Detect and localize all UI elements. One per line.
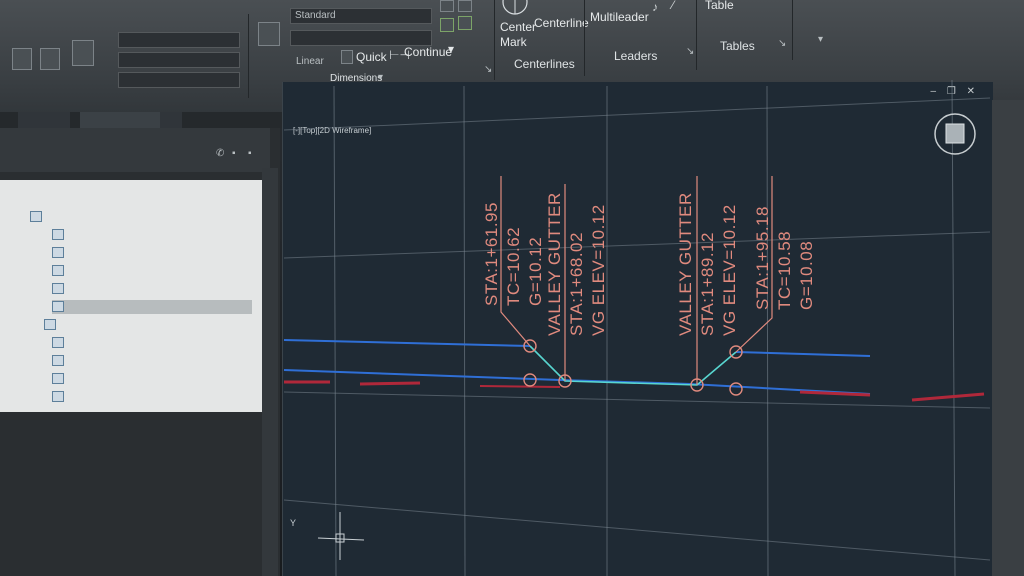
dim-tool-icon[interactable]: [440, 18, 454, 32]
viewport-controls-label[interactable]: [-][Top][2D Wireframe]: [293, 126, 371, 135]
quick-dim-icon: [341, 50, 353, 64]
toolspace-palette: ✆ ▪ ▪: [0, 128, 280, 576]
tree-node[interactable]: [52, 228, 232, 242]
tool-icon[interactable]: [40, 48, 60, 70]
tree-node[interactable]: [52, 390, 202, 404]
style-field[interactable]: [118, 32, 240, 48]
autocad-window: Standard Linear Quick ⊢⊣ Continue ▾ Dime…: [0, 0, 1024, 576]
tree-node[interactable]: [52, 264, 232, 278]
restore-icon[interactable]: ❐: [947, 86, 956, 97]
tree-node[interactable]: [30, 210, 46, 224]
palette-tool-icon[interactable]: ✆: [216, 148, 224, 159]
multileader-icon[interactable]: ♪: [652, 0, 658, 14]
palette-tool-icon[interactable]: ▪: [248, 148, 252, 159]
dim-layer-dropdown[interactable]: [290, 30, 432, 46]
linear-label[interactable]: Linear: [296, 56, 324, 67]
continue-button[interactable]: Continue: [404, 45, 452, 59]
centerlines-panel-title[interactable]: Centerlines: [514, 57, 575, 71]
table-button[interactable]: Table: [705, 0, 734, 12]
leaders-panel-title[interactable]: Leaders: [614, 49, 657, 63]
tree-node[interactable]: [52, 246, 232, 260]
file-tab[interactable]: [18, 112, 70, 128]
leaders-launcher-icon[interactable]: ↘: [686, 46, 694, 57]
center-mark-button[interactable]: Center Mark: [500, 20, 536, 50]
quick-button[interactable]: Quick: [356, 50, 387, 64]
separator: [696, 0, 697, 70]
palette-tool-icon[interactable]: ▪: [232, 148, 236, 159]
dim-style-dropdown[interactable]: Standard: [290, 8, 432, 24]
dim-tool-icon[interactable]: [458, 16, 472, 30]
tables-panel-title[interactable]: Tables: [720, 39, 755, 53]
separator: [584, 0, 585, 76]
dim-tool-icon[interactable]: [440, 0, 454, 12]
tree-node[interactable]: [44, 318, 60, 332]
dim-style-value: Standard: [295, 10, 336, 21]
tool-icon[interactable]: [12, 48, 32, 70]
leader-tool-icon[interactable]: ⁄: [672, 0, 674, 12]
tree-node-selected[interactable]: [52, 300, 252, 314]
separator: [494, 0, 495, 80]
tree-node[interactable]: [52, 372, 202, 386]
tables-launcher-icon[interactable]: ↘: [778, 38, 786, 49]
separator: [248, 14, 249, 98]
text-icon[interactable]: [72, 40, 94, 66]
palette-side-tabs: [262, 168, 278, 576]
style-field[interactable]: [118, 72, 240, 88]
centerline-button[interactable]: Centerline: [534, 16, 589, 30]
style-tree: [0, 180, 262, 412]
minimize-icon[interactable]: –: [931, 86, 937, 97]
dimensions-launcher-icon[interactable]: ↘: [484, 64, 492, 75]
properties-strip: [992, 100, 1024, 576]
drawing-viewport[interactable]: [-][Top][2D Wireframe] – ❐ ✕: [282, 82, 993, 576]
multileader-button[interactable]: Multileader: [590, 10, 649, 24]
center-mark-icon: [502, 0, 528, 15]
separator: [792, 0, 793, 60]
new-tab-button[interactable]: [160, 112, 182, 128]
tree-node[interactable]: [52, 336, 202, 350]
style-field[interactable]: [118, 52, 240, 68]
close-icon[interactable]: ✕: [967, 86, 975, 97]
ribbon-overflow-icon[interactable]: ▾: [818, 34, 823, 45]
continue-dropdown-icon[interactable]: ▾: [448, 42, 454, 56]
tree-node[interactable]: [52, 282, 232, 296]
file-tab-active[interactable]: [80, 112, 162, 128]
dimension-icon[interactable]: [258, 22, 280, 46]
tree-node[interactable]: [52, 354, 202, 368]
palette-header: ✆ ▪ ▪: [0, 128, 270, 172]
dim-tool-icon[interactable]: [458, 0, 472, 12]
viewport-window-controls: – ❐ ✕: [931, 86, 975, 97]
